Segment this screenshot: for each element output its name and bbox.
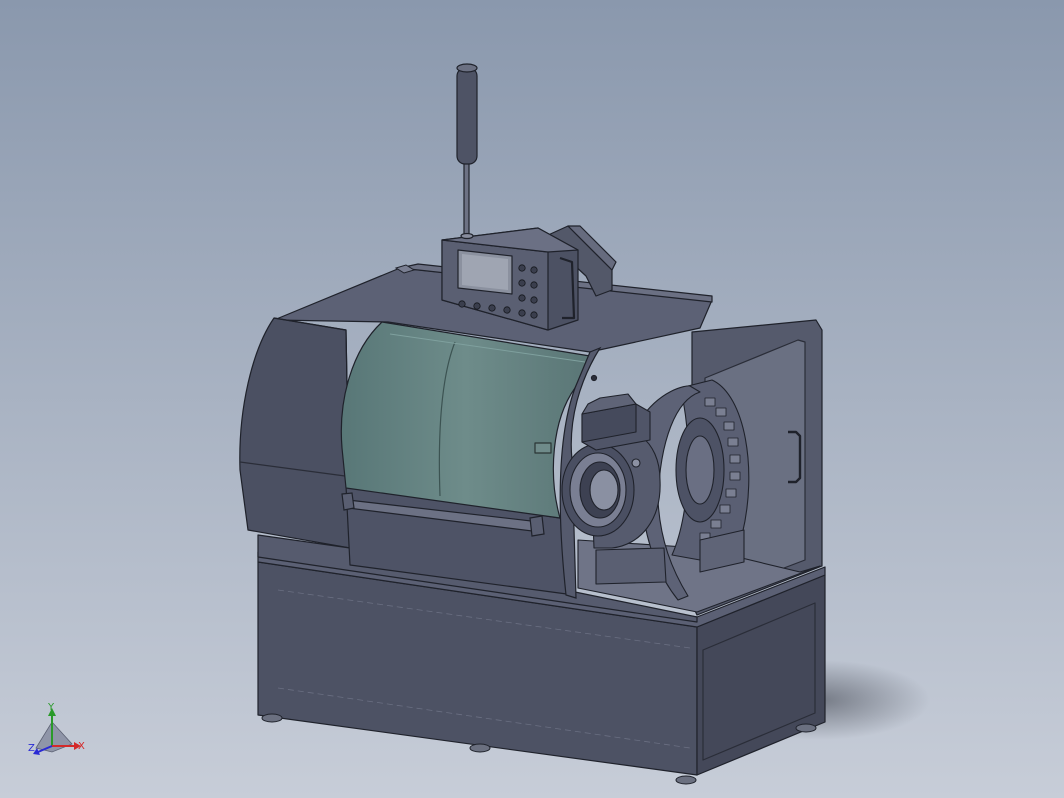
lathe-model[interactable]: Y X Z <box>0 0 1064 798</box>
cad-viewport[interactable]: Y X Z <box>0 0 1064 798</box>
x-axis-label: X <box>78 741 85 752</box>
door-window <box>340 321 591 519</box>
y-axis-label: Y <box>47 702 55 713</box>
z-axis-label: Z <box>28 743 35 754</box>
